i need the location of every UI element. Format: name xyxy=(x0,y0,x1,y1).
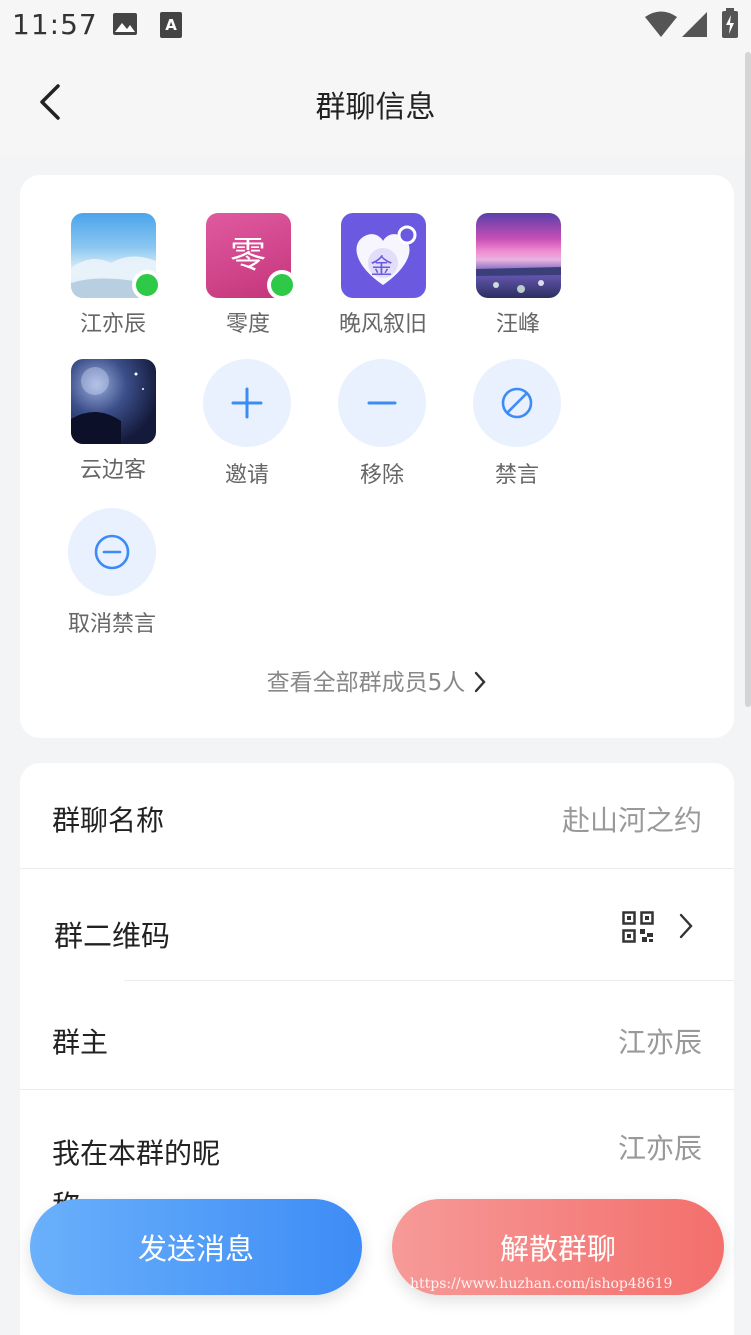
font-a-icon: A xyxy=(160,12,182,42)
unmute-button[interactable]: 取消禁言 xyxy=(52,508,172,638)
wifi-icon xyxy=(645,10,677,42)
remove-label: 移除 xyxy=(359,463,404,488)
minus-icon xyxy=(367,401,397,405)
mute-button[interactable]: 禁言 xyxy=(457,359,577,489)
unmute-label: 取消禁言 xyxy=(67,612,156,637)
avatar: 零 xyxy=(205,213,297,300)
watermark: https://www.huzhan.com/ishop48619 xyxy=(410,1276,673,1292)
qr-label: 群二维码 xyxy=(54,919,171,953)
online-status-dot xyxy=(131,270,162,300)
svg-text:A: A xyxy=(165,16,177,34)
gold-heart-icon: 金 xyxy=(340,213,426,298)
group-name-row[interactable]: 群聊名称 赴山河之约 xyxy=(20,763,734,868)
member-name: 云边客 xyxy=(79,458,146,483)
invite-label: 邀请 xyxy=(224,463,269,488)
remove-circle xyxy=(338,359,426,447)
unmute-circle xyxy=(68,508,156,596)
night-tree-photo xyxy=(70,359,156,444)
send-message-button[interactable]: 发送消息 xyxy=(30,1199,362,1295)
nickname-value: 江亦辰 xyxy=(617,1132,702,1165)
qr-code-icon xyxy=(622,911,654,947)
battery-icon xyxy=(722,8,738,42)
status-time: 11:57 xyxy=(12,8,98,41)
view-all-label: 查看全部群成员5人 xyxy=(266,670,466,696)
avatar xyxy=(70,359,156,444)
member-name: 零度 xyxy=(225,312,270,337)
minus-circle-icon xyxy=(94,534,130,570)
signal-icon xyxy=(682,10,708,42)
chevron-right-icon xyxy=(678,913,694,943)
member-name: 江亦辰 xyxy=(79,312,146,337)
avatar xyxy=(70,213,162,300)
owner-label: 群主 xyxy=(52,1026,109,1059)
online-status-dot xyxy=(266,270,297,300)
invite-button[interactable]: 邀请 xyxy=(187,359,307,489)
member-name: 汪峰 xyxy=(495,312,540,337)
ban-icon xyxy=(501,387,533,419)
member-item[interactable]: 金 晚风叙旧 xyxy=(323,213,443,338)
member-item[interactable]: 汪峰 xyxy=(458,213,578,338)
status-bar: 11:57 A xyxy=(0,0,751,52)
view-all-members-link[interactable]: 查看全部群成员5人 xyxy=(20,663,734,697)
invite-circle xyxy=(203,359,291,447)
avatar-text: 零 xyxy=(229,234,266,276)
header: 群聊信息 xyxy=(0,52,751,156)
member-item[interactable]: 云边客 xyxy=(53,359,173,484)
member-item[interactable]: 零 零度 xyxy=(188,213,308,338)
sunset-lake-photo xyxy=(475,213,561,298)
avatar xyxy=(475,213,561,298)
avatar: 金 xyxy=(340,213,426,298)
member-name: 晚风叙旧 xyxy=(338,312,427,337)
avatar-text: 金 xyxy=(370,255,393,280)
remove-button[interactable]: 移除 xyxy=(322,359,442,489)
group-name-label: 群聊名称 xyxy=(52,804,165,837)
group-name-value: 赴山河之约 xyxy=(561,804,702,837)
mute-label: 禁言 xyxy=(494,463,539,488)
owner-value: 江亦辰 xyxy=(617,1026,702,1059)
image-icon xyxy=(112,12,138,40)
owner-row[interactable]: 群主 江亦辰 xyxy=(20,981,734,1089)
chevron-right-icon xyxy=(475,671,486,693)
plus-icon xyxy=(231,387,263,419)
member-item[interactable]: 江亦辰 xyxy=(53,213,173,338)
mute-circle xyxy=(473,359,561,447)
scrollbar[interactable] xyxy=(745,52,751,707)
members-card: 江亦辰 零 零度 金 晚风叙旧 汪峰 云边客 邀请 移除 禁言 取消禁言 查看全… xyxy=(20,175,734,738)
page-title: 群聊信息 xyxy=(315,90,436,125)
group-qr-row[interactable]: 群二维码 xyxy=(20,869,734,981)
